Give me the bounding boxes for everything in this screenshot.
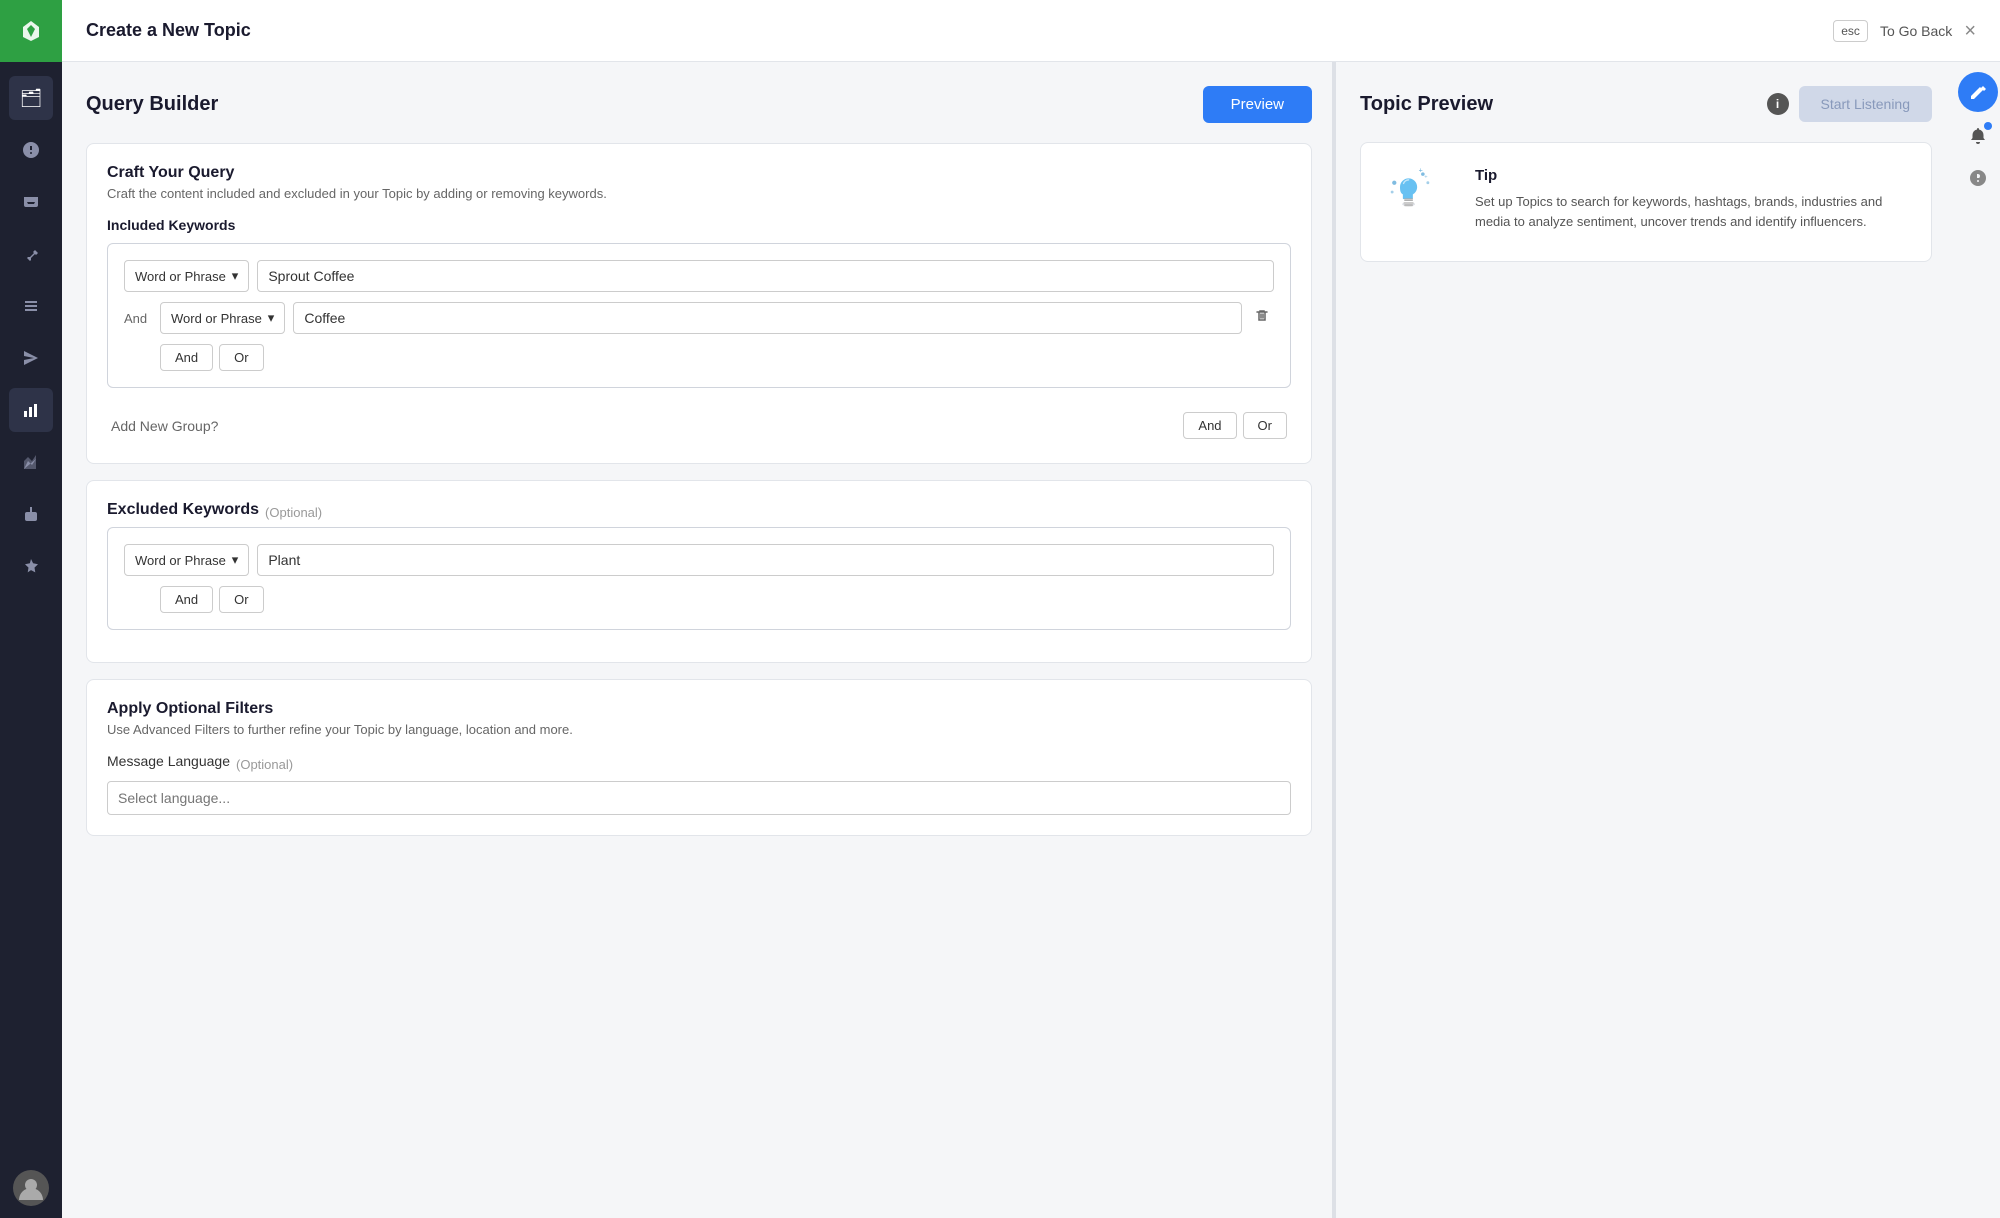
craft-subtitle: Craft the content included and excluded …	[107, 186, 1291, 201]
excluded-keywords-card: Excluded Keywords (Optional) Word or Phr…	[86, 480, 1312, 663]
sidebar-item-alert[interactable]	[9, 128, 53, 172]
delete-keyword-button[interactable]	[1250, 304, 1274, 333]
included-keywords-label: Included Keywords	[107, 217, 1291, 233]
tip-label: Tip	[1475, 167, 1907, 184]
topbar: Create a New Topic esc To Go Back ×	[62, 0, 2000, 62]
help-button[interactable]	[1960, 160, 1996, 196]
and-label-row2: And	[124, 311, 152, 326]
topic-preview-actions: i Start Listening	[1767, 86, 1933, 122]
sidebar-item-bar-chart[interactable]	[9, 440, 53, 484]
sidebar-item-send[interactable]	[9, 336, 53, 380]
query-builder-header: Query Builder Preview	[86, 86, 1312, 123]
excluded-keyword-input[interactable]	[257, 544, 1274, 576]
message-language-optional: (Optional)	[236, 757, 293, 772]
optional-filters-card: Apply Optional Filters Use Advanced Filt…	[86, 679, 1312, 836]
message-language-label-row: Message Language (Optional)	[107, 753, 1291, 775]
svg-text:+: +	[1424, 174, 1428, 180]
sidebar-item-pin[interactable]	[9, 232, 53, 276]
excluded-and-button[interactable]: And	[160, 586, 213, 613]
go-back-text: To Go Back	[1880, 23, 1952, 39]
edit-fab-button[interactable]	[1958, 72, 1998, 112]
esc-badge: esc	[1833, 20, 1868, 42]
left-sidebar: 🗂	[0, 0, 62, 1218]
close-button[interactable]: ×	[1964, 21, 1976, 41]
keyword-input-1[interactable]	[257, 260, 1274, 292]
lightbulb-icon: + +	[1385, 167, 1435, 217]
keyword-input-2[interactable]	[293, 302, 1242, 334]
tip-card: + + Ti	[1360, 142, 1932, 262]
main-content: Create a New Topic esc To Go Back × Quer…	[62, 0, 2000, 1218]
keyword-type-select-1[interactable]: Word or Phrase ▾	[124, 260, 249, 292]
tip-content: Tip Set up Topics to search for keywords…	[1475, 167, 1907, 231]
excluded-optional: (Optional)	[265, 505, 322, 520]
query-builder-title: Query Builder	[86, 93, 218, 116]
sidebar-item-chart[interactable]	[9, 388, 53, 432]
right-panel: Topic Preview i Start Listening	[1336, 62, 1956, 1218]
excluded-keyword-group: Word or Phrase ▾ And Or	[107, 527, 1291, 630]
excluded-keyword-type-select[interactable]: Word or Phrase ▾	[124, 544, 249, 576]
excluded-title-row: Excluded Keywords (Optional)	[107, 501, 1291, 523]
keyword-row-2: And Word or Phrase ▾	[124, 302, 1274, 334]
topbar-right: esc To Go Back ×	[1833, 20, 1976, 42]
right-sidebar	[1956, 62, 2000, 1218]
add-group-or-button[interactable]: Or	[1243, 412, 1287, 439]
topic-preview-header: Topic Preview i Start Listening	[1360, 86, 1932, 122]
page-title: Create a New Topic	[86, 20, 251, 41]
topic-preview-title: Topic Preview	[1360, 93, 1493, 116]
info-icon[interactable]: i	[1767, 93, 1789, 115]
notification-dot	[1984, 122, 1992, 130]
excluded-title: Excluded Keywords	[107, 501, 259, 519]
excluded-keyword-group-and-or: And Or	[124, 586, 1274, 613]
craft-title: Craft Your Query	[107, 164, 1291, 182]
add-group-buttons: And Or	[1183, 412, 1287, 439]
add-group-label: Add New Group?	[111, 418, 218, 434]
sidebar-item-list[interactable]	[9, 284, 53, 328]
sidebar-logo[interactable]	[0, 0, 62, 62]
filter-title: Apply Optional Filters	[107, 700, 1291, 718]
keyword-or-button[interactable]: Or	[219, 344, 263, 371]
included-keywords-section: Included Keywords Word or Phrase ▾	[107, 217, 1291, 443]
content-area: Query Builder Preview Craft Your Query C…	[62, 62, 2000, 1218]
sidebar-item-bot[interactable]	[9, 492, 53, 536]
keyword-and-button[interactable]: And	[160, 344, 213, 371]
excluded-keyword-row-1: Word or Phrase ▾	[124, 544, 1274, 576]
chevron-down-icon: ▾	[232, 268, 239, 284]
included-keyword-group: Word or Phrase ▾ And Word or Phrase ▾	[107, 243, 1291, 388]
preview-button[interactable]: Preview	[1203, 86, 1312, 123]
user-avatar[interactable]	[13, 1170, 49, 1206]
add-group-row: Add New Group? And Or	[107, 400, 1291, 443]
start-listening-button[interactable]: Start Listening	[1799, 86, 1933, 122]
message-language-label: Message Language	[107, 753, 230, 769]
craft-query-card: Craft Your Query Craft the content inclu…	[86, 143, 1312, 464]
keyword-row-1: Word or Phrase ▾	[124, 260, 1274, 292]
svg-text:+: +	[1419, 167, 1423, 175]
add-group-and-button[interactable]: And	[1183, 412, 1236, 439]
sidebar-item-star[interactable]	[9, 544, 53, 588]
tip-icon-area: + +	[1385, 167, 1455, 237]
chevron-down-icon-2: ▾	[268, 310, 275, 326]
filter-subtitle: Use Advanced Filters to further refine y…	[107, 722, 1291, 737]
left-panel: Query Builder Preview Craft Your Query C…	[62, 62, 1336, 1218]
sidebar-item-folder[interactable]: 🗂	[9, 76, 53, 120]
keyword-type-select-2[interactable]: Word or Phrase ▾	[160, 302, 285, 334]
tip-text: Set up Topics to search for keywords, ha…	[1475, 192, 1907, 231]
excluded-or-button[interactable]: Or	[219, 586, 263, 613]
notifications-button[interactable]	[1960, 118, 1996, 154]
chevron-down-icon-3: ▾	[232, 552, 239, 568]
sidebar-item-inbox[interactable]	[9, 180, 53, 224]
message-language-input[interactable]	[107, 781, 1291, 815]
keyword-group-and-or: And Or	[124, 344, 1274, 371]
